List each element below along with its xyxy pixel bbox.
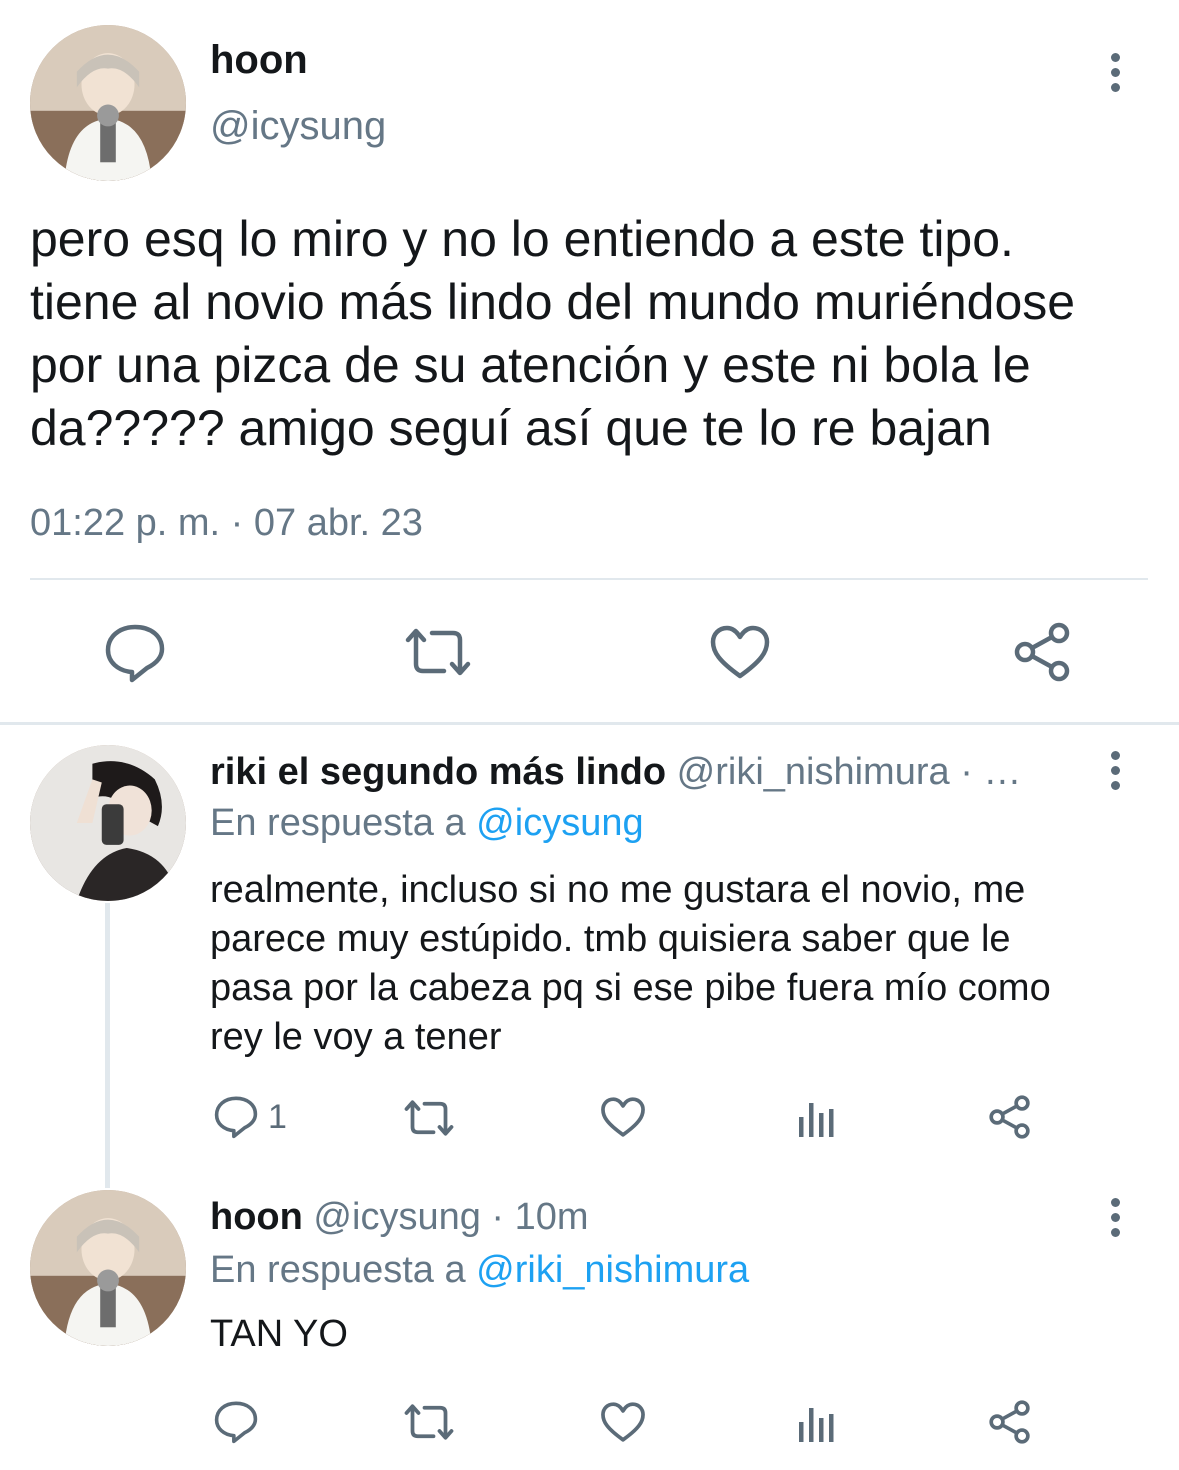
reply-text: realmente, incluso si no me gustara el n… — [210, 866, 1051, 1062]
retweet-icon[interactable] — [402, 1401, 456, 1443]
analytics-icon[interactable] — [797, 1404, 837, 1444]
reply-header: riki el segundo más lindo @riki_nishimur… — [210, 751, 1021, 794]
reply-icon[interactable] — [213, 1399, 259, 1445]
thread-line — [105, 903, 110, 1188]
author-display-name[interactable]: hoon — [210, 38, 308, 83]
share-icon[interactable] — [988, 1400, 1034, 1444]
reply-prefix: En respuesta a — [210, 1249, 466, 1291]
section-divider — [0, 722, 1179, 725]
reply-to-link[interactable]: @icysung — [476, 802, 643, 844]
tweet-text-line: por una pizca de su atención y este ni b… — [30, 337, 1031, 393]
like-icon[interactable] — [709, 624, 771, 680]
reply-prefix: En respuesta a — [210, 802, 466, 844]
reply-header: hoon @icysung · 10m — [210, 1196, 589, 1239]
analytics-icon[interactable] — [797, 1099, 837, 1139]
reply-count: 1 — [268, 1098, 287, 1136]
reply-icon[interactable] — [103, 622, 167, 684]
more-options-icon[interactable] — [1095, 1192, 1135, 1248]
divider — [30, 578, 1148, 580]
author-handle-meta[interactable]: @icysung · 10m — [313, 1196, 588, 1238]
reply-text: TAN YO — [210, 1313, 348, 1355]
reply-to-link[interactable]: @riki_nishimura — [476, 1249, 749, 1291]
share-icon[interactable] — [988, 1095, 1034, 1139]
like-icon[interactable] — [600, 1401, 646, 1443]
author-handle-meta[interactable]: @riki_nishimura · … — [677, 751, 1022, 793]
reply-context: En respuesta a @icysung — [210, 802, 644, 845]
share-icon[interactable] — [1013, 622, 1075, 682]
more-options-icon[interactable] — [1095, 745, 1135, 801]
author-handle[interactable]: @icysung — [210, 104, 386, 149]
tweet-text: pero esq lo miro y no lo entiendo a este… — [30, 208, 1075, 460]
avatar-riki[interactable] — [30, 745, 186, 901]
tweet-text-line: tiene al novio más lindo del mundo murié… — [30, 274, 1076, 330]
author-display-name[interactable]: riki el segundo más lindo — [210, 751, 666, 793]
reply-context: En respuesta a @riki_nishimura — [210, 1249, 749, 1292]
author-display-name[interactable]: hoon — [210, 1196, 303, 1238]
more-options-icon[interactable] — [1095, 47, 1135, 103]
avatar-hoon[interactable] — [30, 25, 186, 181]
tweet-text-line: da????? amigo seguí así que te lo re baj… — [30, 400, 992, 456]
tweet-timestamp[interactable]: 01:22 p. m. · 07 abr. 23 — [30, 502, 423, 545]
avatar-hoon[interactable] — [30, 1190, 186, 1346]
retweet-icon[interactable] — [402, 1097, 456, 1139]
retweet-icon[interactable] — [402, 624, 474, 680]
reply-text-line: pasa por la cabeza pq si ese pibe fuera … — [210, 967, 1051, 1009]
reply-icon[interactable] — [213, 1094, 259, 1140]
reply-text-line: rey le voy a tener — [210, 1016, 502, 1058]
like-icon[interactable] — [600, 1096, 646, 1138]
reply-text-line: parece muy estúpido. tmb quisiera saber … — [210, 918, 1011, 960]
reply-text-line: realmente, incluso si no me gustara el n… — [210, 869, 1026, 911]
tweet-text-line: pero esq lo miro y no lo entiendo a este… — [30, 211, 1014, 267]
